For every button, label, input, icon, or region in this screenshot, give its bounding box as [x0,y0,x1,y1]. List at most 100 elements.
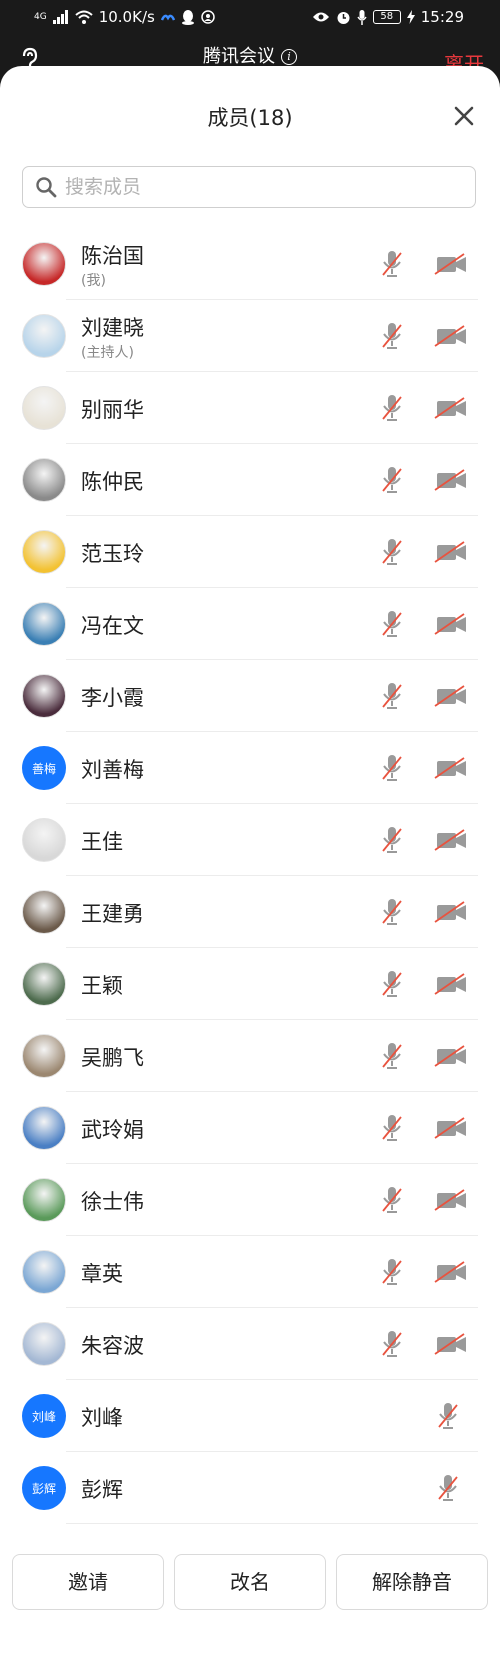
camera-off-icon[interactable] [434,541,468,563]
mic-muted-icon[interactable] [380,681,404,711]
member-name: 王建勇 [81,902,144,926]
search-box[interactable] [22,166,476,208]
avatar [22,314,66,358]
avatar [22,1178,66,1222]
camera-off-icon[interactable] [434,1261,468,1283]
mic-muted-icon[interactable] [380,1257,404,1287]
mic-muted-icon[interactable] [380,249,404,279]
camera-off-icon[interactable] [434,469,468,491]
action-bar: 邀请 改名 解除静音 [0,1554,500,1614]
mic-muted-icon[interactable] [380,609,404,639]
members-panel: 成员(18) 陈治国 (我) 刘建晓 (主持人) 别丽华陈仲民范玉玲冯在文李小霞善梅刘善… [0,66,500,1664]
alarm-icon [337,11,350,24]
camera-off-icon[interactable] [434,1333,468,1355]
camera-off-icon[interactable] [434,1117,468,1139]
member-row[interactable]: 武玲娟 [0,1092,500,1164]
member-row[interactable]: 冯在文 [0,588,500,660]
camera-off-icon[interactable] [434,325,468,347]
member-row[interactable]: 别丽华 [0,372,500,444]
mic-status-icon [357,9,367,25]
avatar: 刘峰 [22,1394,66,1438]
invite-button[interactable]: 邀请 [12,1554,164,1610]
avatar [22,386,66,430]
member-name: 范玉玲 [81,542,144,566]
avatar [22,1034,66,1078]
close-icon[interactable] [450,102,478,130]
mic-muted-icon[interactable] [380,825,404,855]
member-name: 陈仲民 [81,470,144,494]
mic-muted-icon[interactable] [436,1401,460,1431]
member-name: 彭辉 [81,1478,123,1502]
account-icon [201,10,215,24]
info-icon[interactable]: i [281,49,297,65]
camera-off-icon[interactable] [434,1189,468,1211]
member-row[interactable]: 刘峰 刘峰 [0,1380,500,1452]
member-row[interactable]: 朱容波 [0,1308,500,1380]
clock: 15:29 [420,8,464,26]
member-name: 武玲娟 [81,1118,144,1142]
camera-off-icon[interactable] [434,829,468,851]
mic-muted-icon[interactable] [380,1041,404,1071]
camera-off-icon[interactable] [434,613,468,635]
mic-muted-icon[interactable] [380,1113,404,1143]
camera-off-icon[interactable] [434,757,468,779]
search-input[interactable] [63,175,447,199]
member-row[interactable]: 吴鹏飞 [0,1020,500,1092]
member-row[interactable]: 范玉玲 [0,516,500,588]
panel-title: 成员(18) [207,106,293,130]
mic-muted-icon[interactable] [380,321,404,351]
camera-off-icon[interactable] [434,1045,468,1067]
mic-muted-icon[interactable] [436,1473,460,1503]
member-row[interactable]: 刘建晓 (主持人) [0,300,500,372]
eye-icon [312,12,329,22]
meeting-title-text: 腾讯会议 [203,46,275,67]
charging-icon [406,10,415,24]
camera-off-icon[interactable] [434,901,468,923]
avatar [22,962,66,1006]
signal-icon: 4G [34,12,47,22]
member-name: 刘建晓 [81,316,144,340]
mic-muted-icon[interactable] [380,897,404,927]
member-row[interactable]: 章英 [0,1236,500,1308]
mic-muted-icon[interactable] [380,465,404,495]
member-name: 王佳 [81,830,123,854]
avatar [22,1106,66,1150]
battery-indicator: 58 [372,10,401,24]
signal-bars-icon [52,10,68,24]
avatar [22,674,66,718]
member-name: 吴鹏飞 [81,1046,144,1070]
camera-off-icon[interactable] [434,973,468,995]
app-notification-icon [160,14,175,21]
member-name: 章英 [81,1262,123,1286]
avatar [22,818,66,862]
member-name: 别丽华 [81,398,144,422]
member-name: 冯在文 [81,614,144,638]
unmute-button[interactable]: 解除静音 [336,1554,488,1610]
camera-off-icon[interactable] [434,253,468,275]
member-row[interactable]: 陈治国 (我) [0,228,500,300]
member-row[interactable]: 彭辉 彭辉 [0,1452,500,1524]
member-name: 李小霞 [81,686,144,710]
member-row[interactable]: 王佳 [0,804,500,876]
mic-muted-icon[interactable] [380,1185,404,1215]
member-row[interactable]: 徐士伟 [0,1164,500,1236]
member-row[interactable]: 王建勇 [0,876,500,948]
camera-off-icon[interactable] [434,397,468,419]
member-row[interactable]: 王颖 [0,948,500,1020]
mic-muted-icon[interactable] [380,1329,404,1359]
mic-muted-icon[interactable] [380,753,404,783]
camera-off-icon[interactable] [434,685,468,707]
avatar [22,602,66,646]
member-row[interactable]: 善梅 刘善梅 [0,732,500,804]
search-icon [36,177,57,198]
mic-muted-icon[interactable] [380,969,404,999]
member-role: (我) [81,273,106,289]
avatar: 善梅 [22,746,66,790]
member-row[interactable]: 李小霞 [0,660,500,732]
rename-button[interactable]: 改名 [174,1554,326,1610]
network-speed: 10.0K/s [98,8,155,26]
mic-muted-icon[interactable] [380,393,404,423]
avatar [22,530,66,574]
member-row[interactable]: 陈仲民 [0,444,500,516]
mic-muted-icon[interactable] [380,537,404,567]
